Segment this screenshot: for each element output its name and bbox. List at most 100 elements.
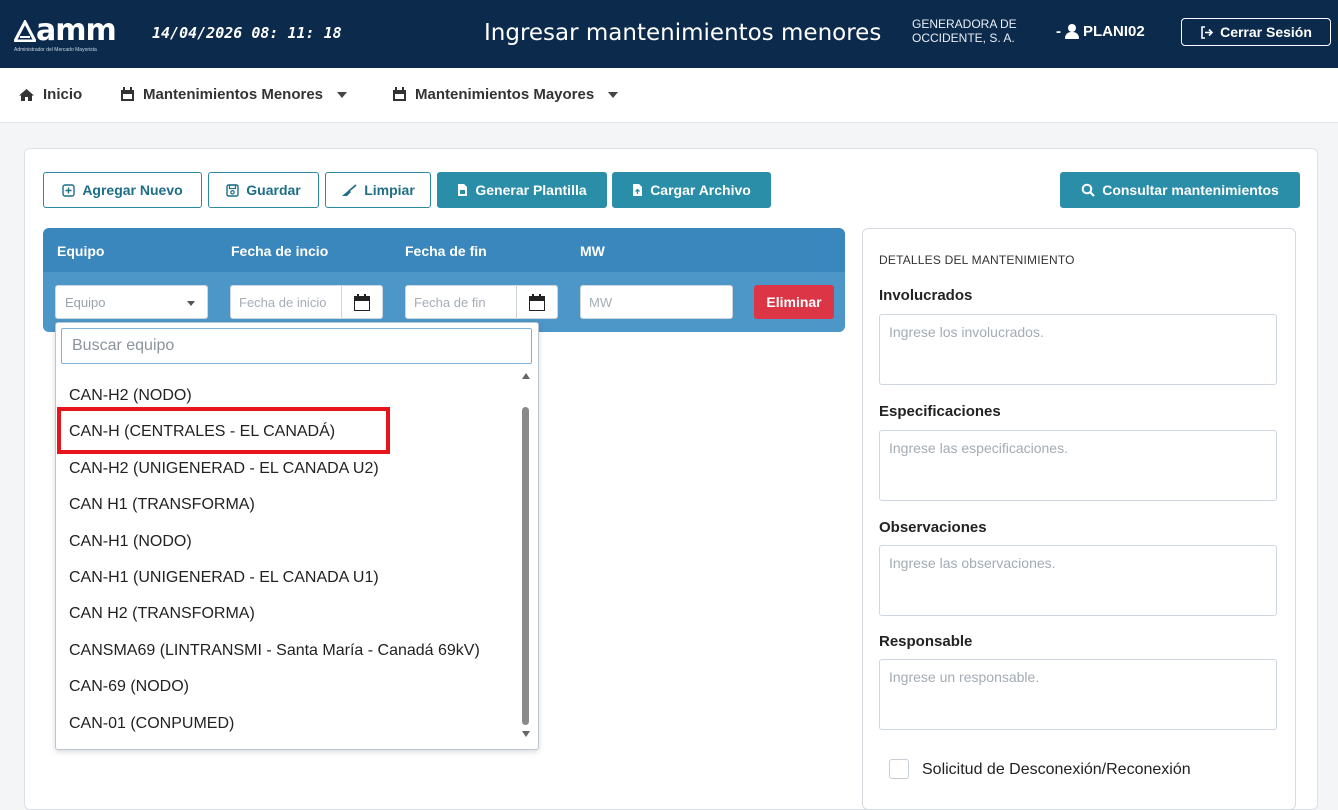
- logout-button[interactable]: Cerrar Sesión: [1181, 18, 1331, 46]
- upload-file-button[interactable]: Cargar Archivo: [612, 172, 771, 208]
- plus-square-icon: [62, 183, 76, 197]
- list-item[interactable]: CAN-01 (CONPUMED): [69, 715, 234, 733]
- list-item[interactable]: CAN H1 (TRANSFORMA): [69, 496, 255, 514]
- scroll-up-icon[interactable]: [522, 373, 530, 379]
- nav-label-mayores: Mantenimientos Mayores: [415, 86, 595, 103]
- page-title: Ingresar mantenimientos menores: [484, 20, 882, 46]
- current-datetime: 14/04/2026 08: 11: 18: [152, 24, 342, 42]
- company-name: GENERADORA DE OCCIDENTE, S. A.: [912, 17, 1017, 45]
- responsable-field: [879, 659, 1277, 730]
- mw-field: [580, 285, 733, 319]
- file-icon: [458, 184, 468, 196]
- list-item[interactable]: CANSMA69 (LINTRANSMI - Santa María - Can…: [69, 642, 480, 660]
- calendar-icon: [121, 87, 134, 101]
- nav-label-menores: Mantenimientos Menores: [143, 86, 324, 103]
- caret-down-icon: [337, 91, 348, 98]
- especificaciones-field: [879, 430, 1277, 501]
- nav-label-inicio: Inicio: [43, 86, 83, 103]
- save-label: Guardar: [246, 182, 301, 198]
- equipo-select-value: Equipo: [65, 295, 106, 310]
- generate-template-label: Generar Plantilla: [475, 182, 587, 198]
- list-item[interactable]: CAN-H1 (UNIGENERAD - EL CANADA U1): [69, 569, 379, 587]
- scrollbar-thumb[interactable]: [522, 407, 529, 725]
- calendar-icon: [354, 294, 370, 311]
- clear-button[interactable]: Limpiar: [325, 172, 431, 208]
- end-date-picker-button[interactable]: [516, 286, 557, 318]
- mw-input[interactable]: [581, 286, 732, 318]
- especificaciones-label: Especificaciones: [879, 403, 1001, 420]
- start-date-picker-button[interactable]: [341, 286, 382, 318]
- equipo-search-box: [61, 328, 532, 364]
- logo-subtitle: Administrador del Mercado Mayorista: [14, 47, 97, 53]
- logo-triangle-icon: [12, 18, 38, 43]
- details-title: DETALLES DEL MANTENIMIENTO: [879, 253, 1075, 267]
- list-item[interactable]: CAN H2 (TRANSFORMA): [69, 605, 255, 623]
- company-line-1: GENERADORA DE: [912, 17, 1017, 31]
- column-mw: MW: [580, 243, 605, 259]
- list-item[interactable]: CAN-H2 (NODO): [69, 387, 192, 405]
- involucrados-field: [879, 314, 1277, 385]
- delete-row-button[interactable]: Eliminar: [754, 285, 834, 319]
- observaciones-label: Observaciones: [879, 519, 987, 536]
- query-maintenance-label: Consultar mantenimientos: [1102, 182, 1279, 198]
- home-icon: [19, 88, 34, 101]
- start-date-field: [230, 285, 383, 319]
- column-fecha-fin: Fecha de fin: [405, 243, 487, 259]
- disconnection-checkbox[interactable]: [889, 759, 909, 779]
- nav-item-inicio[interactable]: Inicio: [18, 86, 82, 103]
- dropdown-scrollbar[interactable]: [520, 373, 532, 743]
- select-arrow-icon: [187, 301, 195, 306]
- main-navbar: Inicio Mantenimientos Menores Mantenimie…: [0, 68, 1338, 123]
- responsable-label: Responsable: [879, 633, 973, 650]
- list-item[interactable]: CAN-H2 (UNIGENERAD - EL CANADA U2): [69, 460, 379, 478]
- user-icon: [1065, 24, 1079, 39]
- observaciones-input[interactable]: [880, 546, 1276, 615]
- calendar-icon: [529, 294, 545, 311]
- file-upload-icon: [633, 184, 643, 196]
- floppy-disk-icon: [226, 183, 239, 197]
- calendar-icon: [393, 87, 406, 101]
- disconnection-checkbox-label[interactable]: Solicitud de Desconexión/Reconexión: [922, 761, 1191, 779]
- highlight-annotation: [57, 407, 390, 454]
- start-date-input[interactable]: [231, 286, 343, 318]
- caret-down-icon: [608, 91, 619, 98]
- search-icon: [1081, 183, 1095, 197]
- end-date-field: [405, 285, 558, 319]
- especificaciones-input[interactable]: [880, 431, 1276, 500]
- logo-mark: amm: [12, 13, 117, 48]
- save-button[interactable]: Guardar: [208, 172, 319, 208]
- clear-label: Limpiar: [364, 182, 415, 198]
- top-header: amm Administrador del Mercado Mayorista …: [0, 0, 1338, 68]
- add-new-label: Agregar Nuevo: [82, 182, 183, 198]
- equipo-select[interactable]: Equipo: [55, 285, 208, 319]
- company-line-2: OCCIDENTE, S. A.: [912, 31, 1015, 45]
- user-badge: - PLANI02: [1056, 23, 1145, 40]
- logo-text: amm: [36, 13, 117, 48]
- nav-item-mantenimientos-menores[interactable]: Mantenimientos Menores: [120, 86, 348, 103]
- column-fecha-inicio: Fecha de incio: [231, 243, 329, 259]
- list-item[interactable]: CAN-H1 (NODO): [69, 533, 192, 551]
- sign-out-icon: [1201, 25, 1214, 39]
- involucrados-label: Involucrados: [879, 287, 973, 304]
- column-equipo: Equipo: [57, 243, 105, 259]
- logout-label: Cerrar Sesión: [1220, 24, 1312, 40]
- equipo-search-input[interactable]: [62, 329, 531, 363]
- query-maintenance-button[interactable]: Consultar mantenimientos: [1060, 172, 1300, 208]
- equipo-dropdown: CAN-H2 (NODO) CAN-H (CENTRALES - EL CANA…: [55, 322, 539, 750]
- involucrados-input[interactable]: [880, 315, 1276, 384]
- list-item[interactable]: CAN-69 (NODO): [69, 678, 189, 696]
- responsable-input[interactable]: [880, 660, 1276, 729]
- maintenance-table-header: Equipo Fecha de incio Fecha de fin MW: [43, 228, 845, 272]
- user-prefix: -: [1056, 23, 1061, 40]
- observaciones-field: [879, 545, 1277, 616]
- add-new-button[interactable]: Agregar Nuevo: [43, 172, 202, 208]
- scroll-down-icon[interactable]: [522, 731, 530, 737]
- generate-template-button[interactable]: Generar Plantilla: [437, 172, 607, 208]
- upload-file-label: Cargar Archivo: [650, 182, 751, 198]
- broom-icon: [342, 183, 357, 196]
- maintenance-details-panel: DETALLES DEL MANTENIMIENTO Involucrados …: [862, 228, 1296, 810]
- nav-item-mantenimientos-mayores[interactable]: Mantenimientos Mayores: [392, 86, 619, 103]
- end-date-input[interactable]: [406, 286, 518, 318]
- amm-logo[interactable]: amm Administrador del Mercado Mayorista: [12, 13, 124, 54]
- user-name: PLANI02: [1083, 23, 1145, 40]
